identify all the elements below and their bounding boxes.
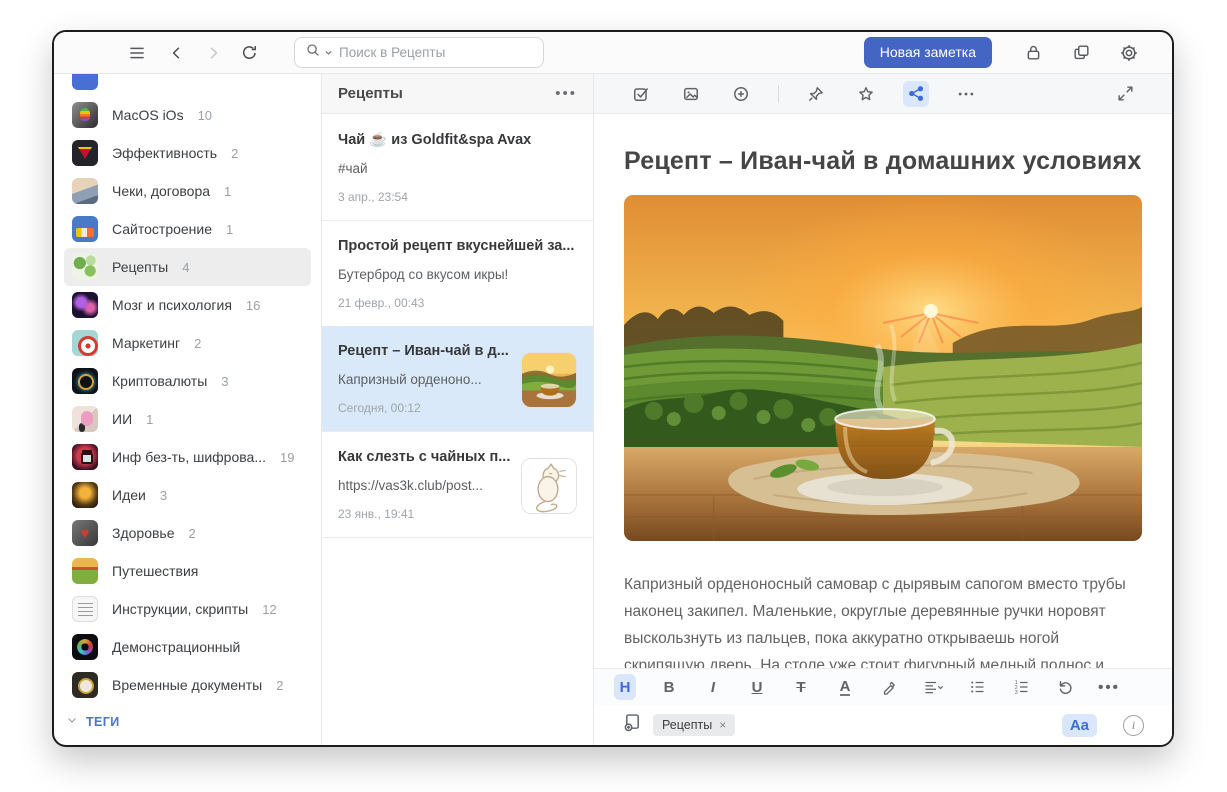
notebooks-sidebar: MacOS iOs 10 Эффективность 2 Чеки, догов… [54, 74, 322, 745]
format-toolbar: H B I U T A 123 [594, 668, 1172, 705]
align-button[interactable] [922, 674, 944, 700]
pocket-watch-icon [72, 672, 98, 698]
bullet-list-icon[interactable] [966, 674, 988, 700]
note-title[interactable]: Рецепт – Иван-чай в домашних условиях [624, 147, 1142, 176]
back-button[interactable] [164, 40, 190, 66]
bold-button[interactable]: B [658, 674, 680, 700]
svg-text:3: 3 [1014, 690, 1017, 696]
notes-list-panel: Рецепты ••• Чай ☕ из Goldfit&spa Avax #ч… [322, 74, 594, 745]
purple-fireworks-icon [72, 292, 98, 318]
flower-field-icon [72, 558, 98, 584]
numbered-list-icon[interactable]: 123 [1010, 674, 1032, 700]
forward-button[interactable] [200, 40, 226, 66]
insert-image-icon[interactable] [678, 81, 704, 107]
note-list-item[interactable]: Чай ☕ из Goldfit&spa Avax #чай 3 апр., 2… [322, 114, 593, 220]
note-editor-panel: Рецепт – Иван-чай в домашних условиях [594, 74, 1172, 745]
underline-button[interactable]: U [746, 674, 768, 700]
heading-button[interactable]: H [614, 674, 636, 700]
tag-bar: Рецепты × Aa i [594, 705, 1172, 745]
hero-image-tea-plantation[interactable] [624, 195, 1142, 541]
red-lock-icon [72, 444, 98, 470]
info-icon[interactable]: i [1123, 715, 1144, 736]
settings-gear-icon[interactable] [1116, 40, 1142, 66]
note-body-text[interactable]: Капризный орденоносный самовар с дырявым… [624, 571, 1142, 668]
blue-notebook-icon [72, 74, 98, 90]
dart-target-icon [72, 330, 98, 356]
editor-toolbar [594, 74, 1172, 114]
sidebar-item-mozg[interactable]: Мозг и психология 16 [64, 286, 311, 324]
notes-list-more-icon[interactable]: ••• [555, 85, 577, 102]
sidebar-item-partial[interactable] [64, 74, 311, 96]
search-scope-chevron-icon[interactable] [324, 44, 333, 62]
share-icon[interactable] [903, 81, 929, 107]
note-thumbnail-cat-drawing [521, 458, 577, 514]
menu-icon[interactable] [124, 40, 150, 66]
font-style-button[interactable]: Aa [1062, 714, 1097, 737]
tag-chip-recepty[interactable]: Рецепты × [653, 714, 735, 736]
expand-icon[interactable] [1112, 81, 1138, 107]
text-color-button[interactable]: A [834, 674, 856, 700]
pin-icon[interactable] [803, 81, 829, 107]
sidebar-item-ii[interactable]: ИИ 1 [64, 400, 311, 438]
new-note-button[interactable]: Новая заметка [864, 37, 992, 68]
notebook-title: Рецепты [338, 85, 403, 102]
pink-robot-icon [72, 406, 98, 432]
insert-plus-icon[interactable] [728, 81, 754, 107]
sidebar-item-macos[interactable]: MacOS iOs 10 [64, 96, 311, 134]
tags-section-toggle[interactable]: ТЕГИ [66, 713, 120, 731]
lock-icon[interactable] [1020, 40, 1046, 66]
note-list-item-selected[interactable]: Рецепт – Иван-чай в д... Капризный орден… [322, 326, 593, 431]
add-tag-icon[interactable] [622, 712, 643, 738]
sidebar-item-vremennye[interactable]: Временные документы 2 [64, 666, 311, 704]
food-photo-icon [72, 254, 98, 280]
search-input[interactable]: Поиск в Рецепты [294, 37, 544, 68]
highlighter-icon[interactable] [878, 674, 900, 700]
remove-tag-icon[interactable]: × [719, 718, 726, 732]
camera-lens-icon [72, 634, 98, 660]
lightbulb-icon [72, 482, 98, 508]
chevron-down-icon [66, 713, 78, 731]
main-area: MacOS iOs 10 Эффективность 2 Чеки, догов… [54, 74, 1172, 745]
sidebar-item-cheki[interactable]: Чеки, договора 1 [64, 172, 311, 210]
apple-logo-icon [72, 102, 98, 128]
sidebar-item-infbez[interactable]: Инф без-ть, шифрова... 19 [64, 438, 311, 476]
sidebar-item-marketing[interactable]: Маркетинг 2 [64, 324, 311, 362]
checkbox-icon[interactable] [628, 81, 654, 107]
sidebar-item-effectivnost[interactable]: Эффективность 2 [64, 134, 311, 172]
superman-shield-icon [72, 140, 98, 166]
refresh-button[interactable] [236, 40, 262, 66]
italic-button[interactable]: I [702, 674, 724, 700]
desktop: Поиск в Рецепты Новая заметка MacOS iOs … [0, 0, 1227, 792]
note-list-item[interactable]: Как слезть с чайных п... https://vas3k.c… [322, 431, 593, 538]
sidebar-item-kriptovalyuty[interactable]: Криптовалюты 3 [64, 362, 311, 400]
receipts-photo-icon [72, 178, 98, 204]
bitcoin-coin-icon [72, 368, 98, 394]
toolbar-divider [778, 85, 779, 103]
search-placeholder: Поиск в Рецепты [339, 45, 445, 60]
sidebar-item-recepty[interactable]: Рецепты 4 [64, 248, 311, 286]
copy-windows-icon[interactable] [1068, 40, 1094, 66]
strikethrough-button[interactable]: T [790, 674, 812, 700]
sidebar-item-zdorovie[interactable]: ♥ Здоровье 2 [64, 514, 311, 552]
document-lines-icon [72, 596, 98, 622]
note-list-item[interactable]: Простой рецепт вкуснейшей за... Бутербро… [322, 220, 593, 326]
top-toolbar: Поиск в Рецепты Новая заметка [54, 32, 1172, 74]
sidebar-item-saitostroenie[interactable]: Сайтостроение 1 [64, 210, 311, 248]
sidebar-item-puteshestviya[interactable]: Путешествия [64, 552, 311, 590]
sidebar-item-demonstracionnyi[interactable]: Демонстрационный [64, 628, 311, 666]
sidebar-item-idei[interactable]: Идеи 3 [64, 476, 311, 514]
format-more-icon[interactable]: ••• [1098, 674, 1120, 700]
editor-more-icon[interactable] [953, 81, 979, 107]
editor-content[interactable]: Рецепт – Иван-чай в домашних условиях [594, 114, 1172, 668]
search-icon [305, 42, 322, 64]
note-thumbnail-tea-photo [521, 352, 577, 408]
undo-icon[interactable] [1054, 674, 1076, 700]
sidebar-item-instrukcii[interactable]: Инструкции, скрипты 12 [64, 590, 311, 628]
website-pixels-icon [72, 216, 98, 242]
notes-app-window: Поиск в Рецепты Новая заметка MacOS iOs … [52, 30, 1174, 747]
star-icon[interactable] [853, 81, 879, 107]
heart-icon: ♥ [72, 520, 98, 546]
notes-list-header: Рецепты ••• [322, 74, 593, 114]
